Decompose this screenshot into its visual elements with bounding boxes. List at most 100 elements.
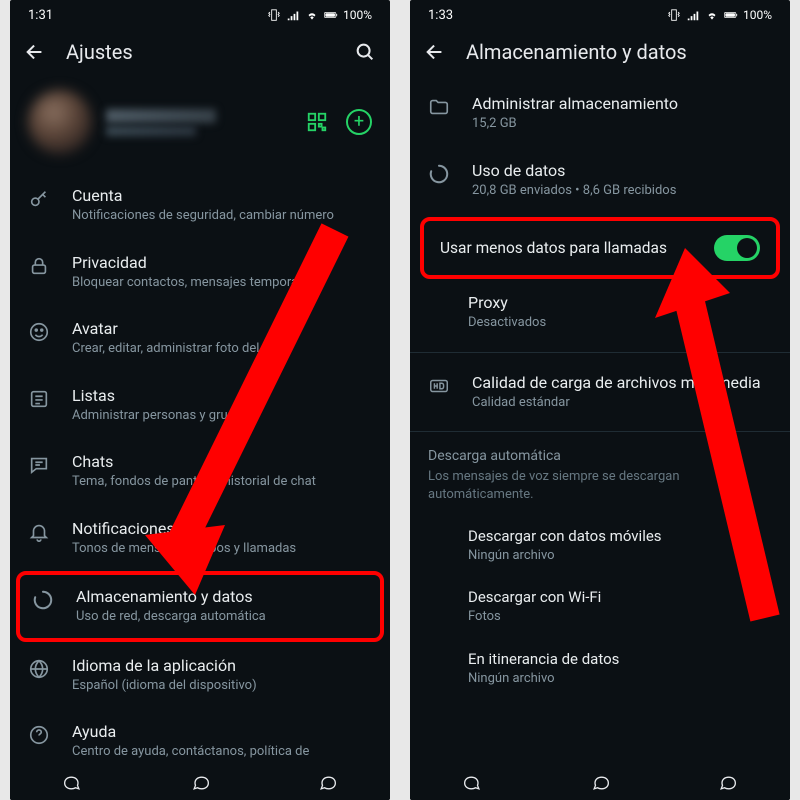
phone-left: 1:31 100% Ajustes + Cuenta Notific [10, 0, 390, 800]
setting-chats[interactable]: Chats Tema, fondos de pantalla, historia… [10, 438, 390, 505]
setting-notificaciones[interactable]: Notificaciones Tonos de mensajes, grupos… [10, 505, 390, 572]
section-desc-auto-download: Los mensajes de voz siempre se descargan… [410, 468, 790, 514]
item-proxy[interactable]: Proxy Desactivados [410, 283, 790, 346]
status-time: 1:31 [28, 8, 53, 23]
profile-row[interactable]: + [10, 80, 390, 172]
setting-sub: Administrar personas y grupos [72, 407, 372, 425]
item-data-usage[interactable]: Uso de datos 20,8 GB enviados • 8,6 GB r… [410, 147, 790, 214]
status-right: 100% [267, 8, 372, 22]
phone-right: 1:33 100% Almacenamiento y datos Adminis… [410, 0, 790, 800]
download-mobile-data[interactable]: Descargar con datos móviles Ningún archi… [410, 515, 790, 577]
setting-sub: 20,8 GB enviados • 8,6 GB recibidos [472, 182, 772, 200]
hd-icon [428, 375, 450, 397]
battery-percent: 100% [743, 8, 772, 22]
setting-sub: Crear, editar, administrar foto del perf… [72, 340, 372, 358]
setting-almacenamiento[interactable]: Almacenamiento y datos Uso de red, desca… [20, 575, 380, 638]
header: Ajustes [10, 30, 390, 80]
nav-home-icon[interactable] [190, 773, 210, 793]
setting-sub: Bloquear contactos, mensajes temporales [72, 274, 372, 292]
help-icon [28, 724, 50, 746]
signal-icon [286, 8, 300, 22]
setting-sub: Tema, fondos de pantalla, historial de c… [72, 473, 372, 491]
setting-title: Calidad de carga de archivos multimedia [472, 373, 772, 392]
key-icon [28, 188, 50, 210]
wifi-icon [705, 8, 719, 22]
search-icon[interactable] [354, 41, 376, 63]
setting-sub: Desactivados [468, 314, 772, 332]
status-bar: 1:33 100% [410, 0, 790, 30]
data-usage-icon [428, 163, 450, 185]
download-roaming[interactable]: En itinerancia de datos Ningún archivo [410, 638, 790, 700]
setting-title: Descargar con Wi-Fi [468, 588, 772, 606]
setting-sub: Centro de ayuda, contáctanos, política d… [72, 743, 372, 761]
chat-icon [28, 454, 50, 476]
data-usage-icon [32, 589, 54, 611]
setting-title: Ayuda [72, 722, 372, 741]
nav-recent-icon[interactable] [717, 773, 737, 793]
setting-idioma[interactable]: Idioma de la aplicación Español (idioma … [10, 642, 390, 709]
toggle-less-data-calls[interactable]: Usar menos datos para llamadas [424, 221, 776, 275]
setting-title: Listas [72, 386, 372, 405]
wifi-icon [305, 8, 319, 22]
status-bar: 1:31 100% [10, 0, 390, 30]
setting-title: Proxy [468, 293, 772, 312]
profile-name-blurred [106, 109, 216, 123]
battery-icon [324, 8, 338, 22]
vibrate-icon [667, 8, 681, 22]
setting-ayuda[interactable]: Ayuda Centro de ayuda, contáctanos, polí… [10, 708, 390, 775]
toggle-switch-on[interactable] [714, 235, 760, 261]
nav-back-icon[interactable] [463, 773, 483, 793]
toggle-label: Usar menos datos para llamadas [440, 239, 702, 257]
item-manage-storage[interactable]: Administrar almacenamiento 15,2 GB [410, 80, 790, 147]
setting-title: Uso de datos [472, 161, 772, 180]
download-wifi[interactable]: Descargar con Wi-Fi Fotos [410, 576, 790, 638]
nav-home-icon[interactable] [590, 773, 610, 793]
header: Almacenamiento y datos [410, 30, 790, 80]
setting-sub: Fotos [468, 608, 772, 626]
setting-listas[interactable]: Listas Administrar personas y grupos [10, 372, 390, 439]
setting-sub: Tonos de mensajes, grupos y llamadas [72, 540, 372, 558]
nav-bar [410, 766, 790, 800]
profile-actions: + [306, 109, 372, 135]
battery-percent: 100% [343, 8, 372, 22]
setting-title: Avatar [72, 319, 372, 338]
highlight-toggle: Usar menos datos para llamadas [420, 217, 780, 279]
section-label-auto-download: Descarga automática [410, 438, 790, 468]
setting-title: En itinerancia de datos [468, 650, 772, 668]
status-right: 100% [667, 8, 772, 22]
setting-sub: 15,2 GB [472, 115, 772, 133]
setting-title: Descargar con datos móviles [468, 527, 772, 545]
status-time: 1:33 [428, 8, 453, 23]
folder-icon [428, 96, 450, 118]
avatar [28, 90, 92, 154]
setting-sub: Ningún archivo [468, 670, 772, 688]
setting-title: Notificaciones [72, 519, 372, 538]
qr-icon[interactable] [306, 111, 328, 133]
setting-avatar[interactable]: Avatar Crear, editar, administrar foto d… [10, 305, 390, 372]
nav-recent-icon[interactable] [317, 773, 337, 793]
setting-sub: Ningún archivo [468, 547, 772, 565]
battery-icon [724, 8, 738, 22]
back-icon[interactable] [424, 41, 446, 63]
face-icon [28, 321, 50, 343]
back-icon[interactable] [24, 41, 46, 63]
profile-sub-blurred [106, 126, 196, 136]
bell-icon [28, 521, 50, 543]
setting-cuenta[interactable]: Cuenta Notificaciones de seguridad, camb… [10, 172, 390, 239]
setting-title: Cuenta [72, 186, 372, 205]
signal-icon [686, 8, 700, 22]
setting-sub: Calidad estándar [472, 394, 772, 412]
add-account-button[interactable]: + [346, 109, 372, 135]
item-upload-quality[interactable]: Calidad de carga de archivos multimedia … [410, 359, 790, 426]
page-title: Almacenamiento y datos [466, 40, 776, 64]
setting-privacidad[interactable]: Privacidad Bloquear contactos, mensajes … [10, 239, 390, 306]
settings-list: Cuenta Notificaciones de seguridad, camb… [10, 172, 390, 775]
vibrate-icon [267, 8, 281, 22]
nav-back-icon[interactable] [63, 773, 83, 793]
setting-sub: Uso de red, descarga automática [76, 608, 368, 626]
highlight-almacenamiento: Almacenamiento y datos Uso de red, desca… [16, 571, 384, 642]
setting-title: Chats [72, 452, 372, 471]
setting-title: Privacidad [72, 253, 372, 272]
setting-title: Almacenamiento y datos [76, 587, 368, 606]
globe-icon [28, 658, 50, 680]
